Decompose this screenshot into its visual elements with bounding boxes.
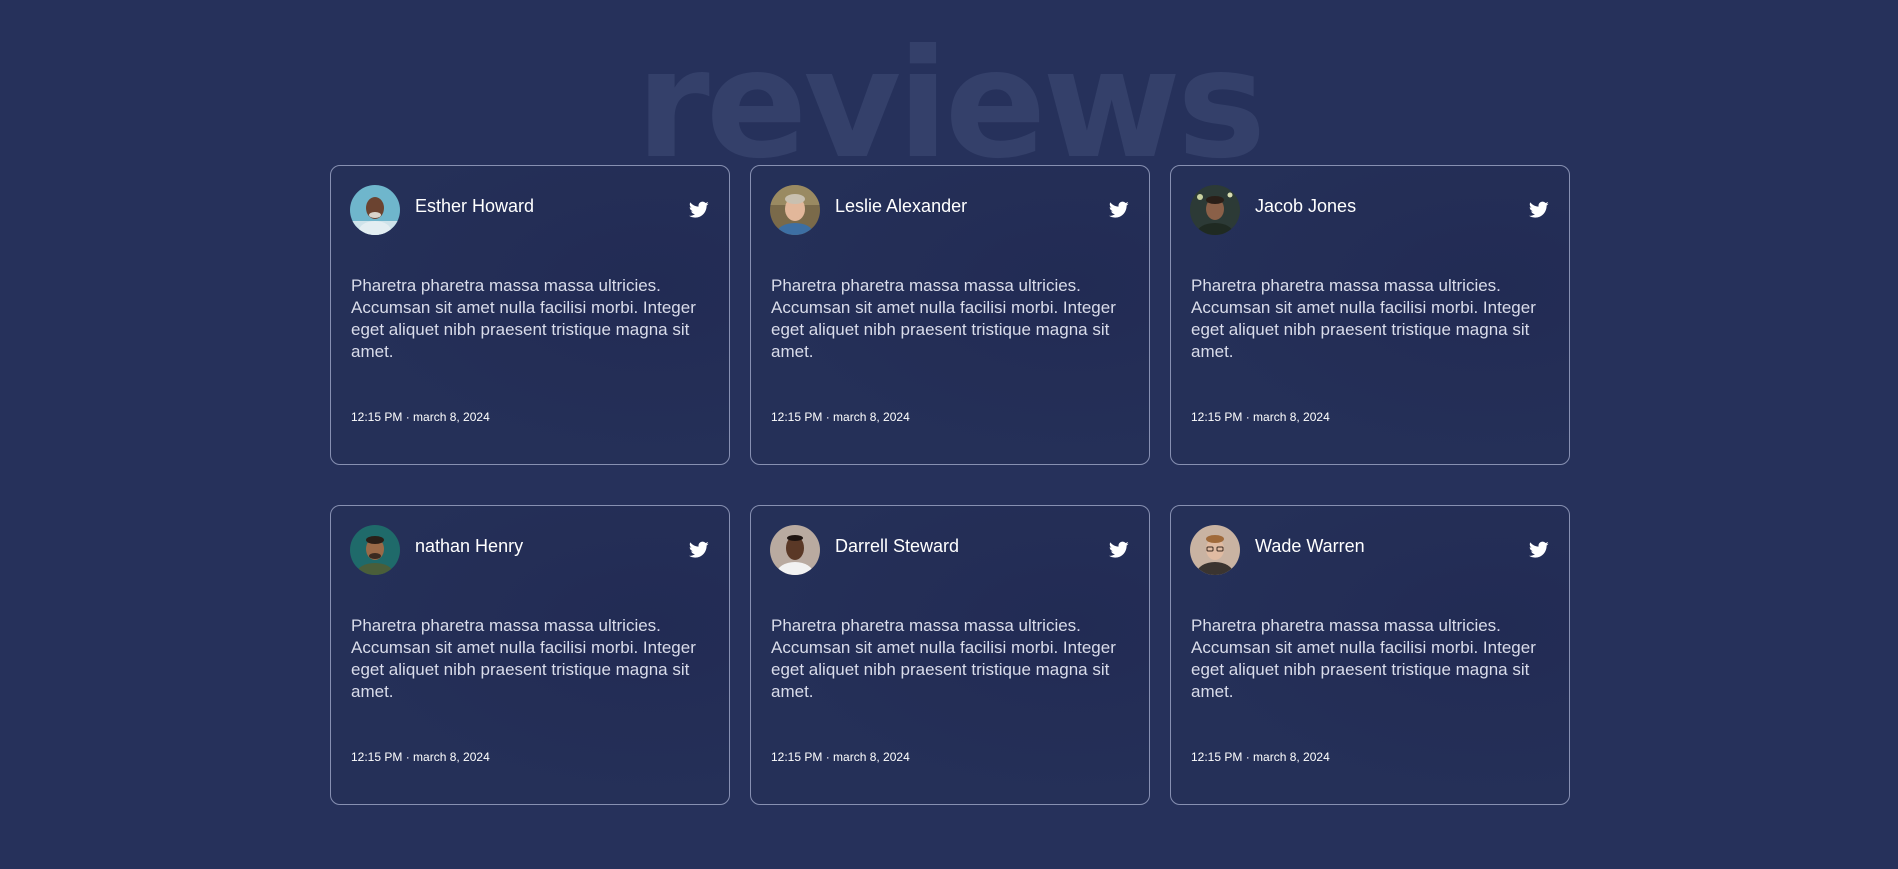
twitter-icon[interactable] <box>1109 201 1129 219</box>
twitter-icon[interactable] <box>689 541 709 559</box>
reviews-watermark-heading: reviews <box>635 18 1267 192</box>
review-timestamp[interactable]: 12:15 PM · march 8, 2024 <box>771 410 910 424</box>
review-card: Darrell Steward Pharetra pharetra massa … <box>750 505 1150 805</box>
twitter-icon[interactable] <box>1529 201 1549 219</box>
twitter-icon[interactable] <box>1529 541 1549 559</box>
review-timestamp[interactable]: 12:15 PM · march 8, 2024 <box>1191 750 1330 764</box>
review-card: Esther Howard Pharetra pharetra massa ma… <box>330 165 730 465</box>
review-timestamp[interactable]: 12:15 PM · march 8, 2024 <box>771 750 910 764</box>
avatar <box>350 525 400 575</box>
reviewer-name[interactable]: Jacob Jones <box>1255 195 1356 217</box>
review-text: Pharetra pharetra massa massa ultricies.… <box>771 616 1116 701</box>
reviewer-name[interactable]: Leslie Alexander <box>835 195 967 217</box>
review-timestamp[interactable]: 12:15 PM · march 8, 2024 <box>351 750 490 764</box>
reviewer-name[interactable]: Esther Howard <box>415 195 534 217</box>
reviewer-name[interactable]: Darrell Steward <box>835 535 959 557</box>
review-card: nathan Henry Pharetra pharetra massa mas… <box>330 505 730 805</box>
review-text: Pharetra pharetra massa massa ultricies.… <box>1191 616 1536 701</box>
avatar <box>770 525 820 575</box>
review-text: Pharetra pharetra massa massa ultricies.… <box>1191 276 1536 361</box>
review-card: Jacob Jones Pharetra pharetra massa mass… <box>1170 165 1570 465</box>
reviewer-name[interactable]: nathan Henry <box>415 535 523 557</box>
review-timestamp[interactable]: 12:15 PM · march 8, 2024 <box>1191 410 1330 424</box>
avatar <box>350 185 400 235</box>
avatar <box>1190 525 1240 575</box>
reviews-grid: Esther Howard Pharetra pharetra massa ma… <box>330 165 1570 805</box>
review-card: Wade Warren Pharetra pharetra massa mass… <box>1170 505 1570 805</box>
reviewer-name[interactable]: Wade Warren <box>1255 535 1365 557</box>
review-text: Pharetra pharetra massa massa ultricies.… <box>351 616 696 701</box>
review-text: Pharetra pharetra massa massa ultricies.… <box>351 276 696 361</box>
avatar <box>1190 185 1240 235</box>
review-card: Leslie Alexander Pharetra pharetra massa… <box>750 165 1150 465</box>
avatar <box>770 185 820 235</box>
review-text: Pharetra pharetra massa massa ultricies.… <box>771 276 1116 361</box>
twitter-icon[interactable] <box>689 201 709 219</box>
review-timestamp[interactable]: 12:15 PM · march 8, 2024 <box>351 410 490 424</box>
twitter-icon[interactable] <box>1109 541 1129 559</box>
